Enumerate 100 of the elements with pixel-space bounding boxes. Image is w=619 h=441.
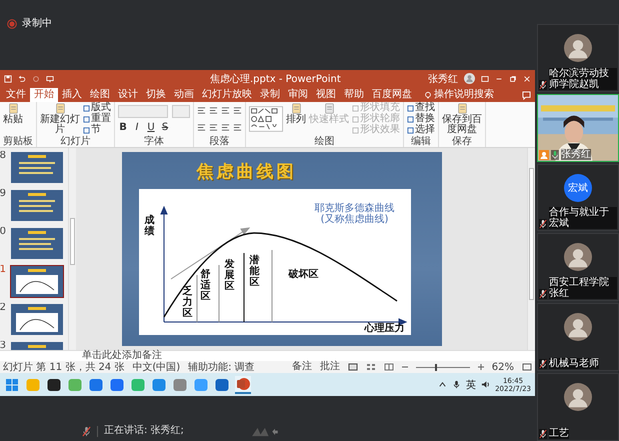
speaker-icon[interactable]	[481, 380, 490, 390]
lightbulb-icon[interactable]	[424, 90, 432, 100]
ribbon-tab[interactable]: 帮助	[340, 88, 368, 102]
zoom-in-icon[interactable]	[478, 364, 484, 370]
ribbon-button[interactable]: 选择	[407, 124, 435, 136]
zoom-level[interactable]: 62%	[492, 362, 514, 373]
zoom-out-icon[interactable]	[402, 364, 408, 370]
comment-icon[interactable]	[522, 90, 531, 100]
format-button[interactable]: I	[132, 122, 142, 133]
caret-icon[interactable]	[438, 380, 448, 390]
ribbon-button[interactable]: 新建幻灯片	[40, 102, 80, 135]
accessibility-status[interactable]: 辅助功能: 调查	[188, 360, 255, 374]
slider-thumb[interactable]	[435, 364, 438, 371]
group-label: 幻灯片	[60, 136, 92, 147]
align-icon[interactable]	[197, 122, 206, 132]
align-icon[interactable]	[221, 106, 230, 115]
slide-thumbnail[interactable]	[10, 226, 64, 260]
ribbon-tab[interactable]: 视图	[312, 88, 340, 102]
ribbon-tab[interactable]: 绘图	[86, 88, 114, 102]
ribbon-button[interactable]: 保存到百度网盘	[442, 102, 482, 135]
ribbon-tab[interactable]: 审阅	[284, 88, 312, 102]
avatar: 宏斌	[564, 174, 592, 202]
document-icon	[54, 102, 66, 114]
slide-number: 1	[0, 264, 6, 275]
document-icon	[456, 102, 468, 114]
shapes-icon[interactable]	[250, 426, 278, 437]
save-icon[interactable]	[4, 74, 12, 83]
ribbon-tab[interactable]: 插入	[58, 88, 86, 102]
language-status[interactable]: 中文(中国)	[132, 360, 180, 374]
document-icon	[324, 102, 334, 114]
ribbon-tab[interactable]: 切换	[142, 88, 170, 102]
ribbon-button[interactable]: 节	[83, 124, 111, 136]
slideshow-icon[interactable]	[46, 74, 54, 83]
normal-view-icon[interactable]	[348, 363, 358, 372]
square-icon	[352, 104, 359, 112]
align-icon[interactable]	[221, 122, 230, 132]
participant-tile[interactable]: 西安工程学院张红	[537, 233, 619, 302]
axis-label: 成绩	[144, 214, 154, 237]
restore-icon[interactable]	[509, 74, 517, 83]
zone-label: 破坏区	[288, 268, 318, 281]
participant-tile[interactable]: 张秀红	[537, 94, 619, 162]
ribbon-display-icon[interactable]	[481, 74, 489, 83]
participant-tile[interactable]: 宏斌 合作与就业于宏斌	[537, 164, 619, 232]
search-field[interactable]: 操作说明搜索	[434, 88, 494, 102]
participant-name: 西安工程学院张红	[549, 277, 617, 300]
notes-button[interactable]: 备注	[292, 361, 312, 374]
fit-icon[interactable]	[522, 363, 532, 372]
ribbon-button[interactable]: 替换	[407, 114, 435, 125]
ribbon-tab[interactable]: 动画	[170, 88, 198, 102]
align-icon[interactable]	[197, 106, 206, 115]
format-button[interactable]: S	[160, 122, 170, 133]
format-button[interactable]: U	[146, 122, 156, 133]
align-icon[interactable]	[209, 122, 218, 132]
ribbon-button[interactable]: 版式	[83, 102, 111, 114]
document-icon	[8, 102, 18, 114]
group-label: 编辑	[410, 136, 432, 147]
format-button[interactable]: B	[118, 122, 128, 133]
ribbon-button[interactable]: 排列	[286, 102, 306, 125]
avatar-icon	[564, 243, 592, 272]
ribbon-button[interactable]: 查找	[407, 102, 435, 114]
ribbon-button[interactable]: 重置	[83, 114, 111, 125]
participant-tile[interactable]: 工艺	[537, 373, 619, 441]
microphone-icon[interactable]	[452, 380, 462, 390]
avatar-icon[interactable]	[464, 73, 475, 84]
axis-label: 心理压力	[364, 322, 404, 335]
sorter-view-icon[interactable]	[366, 363, 376, 372]
participant-tile[interactable]: 机械马老师	[537, 303, 619, 372]
user-name[interactable]: 张秀红	[428, 72, 458, 86]
ribbon-button[interactable]: 粘贴	[3, 102, 23, 125]
slide-thumbnail[interactable]	[10, 264, 64, 298]
slide-thumbnail[interactable]	[10, 302, 64, 336]
align-icon[interactable]	[209, 106, 218, 115]
participant-name: 合作与就业于宏斌	[549, 207, 617, 230]
start-icon[interactable]	[4, 376, 20, 393]
ribbon-tab[interactable]: 录制	[256, 88, 284, 102]
curve-caption: 耶克斯多德森曲线	[314, 202, 394, 214]
close-icon[interactable]	[523, 74, 531, 83]
microphone-muted-icon[interactable]	[82, 426, 91, 437]
comments-button[interactable]: 批注	[320, 361, 340, 374]
font-name-field[interactable]	[118, 104, 168, 118]
app-icon[interactable]	[46, 376, 62, 393]
slide-thumbnail[interactable]	[10, 150, 64, 184]
shapes-gallery[interactable]	[249, 104, 283, 133]
ribbon-tab[interactable]: 幻灯片放映	[198, 88, 256, 102]
ribbon-tab[interactable]: 设计	[114, 88, 142, 102]
reading-view-icon[interactable]	[384, 363, 394, 372]
slide-thumbnail[interactable]	[10, 188, 64, 222]
notes-placeholder[interactable]: 单击此处添加备注	[82, 350, 162, 361]
align-icon[interactable]	[233, 106, 242, 115]
font-size-field[interactable]	[172, 104, 190, 118]
ribbon-tab[interactable]: 开始	[30, 88, 58, 102]
record-icon	[7, 19, 17, 29]
input-method[interactable]: 英	[466, 378, 476, 392]
ribbon-tab[interactable]: 文件	[2, 88, 30, 102]
align-icon[interactable]	[233, 122, 242, 132]
ribbon-tab[interactable]: 百度网盘	[368, 88, 416, 102]
undo-icon[interactable]	[18, 74, 26, 83]
group-label: 剪贴板	[3, 136, 33, 147]
participant-tile[interactable]: 哈尔滨劳动技师学院赵凯	[537, 24, 619, 92]
scrollbar[interactable]	[527, 148, 535, 350]
